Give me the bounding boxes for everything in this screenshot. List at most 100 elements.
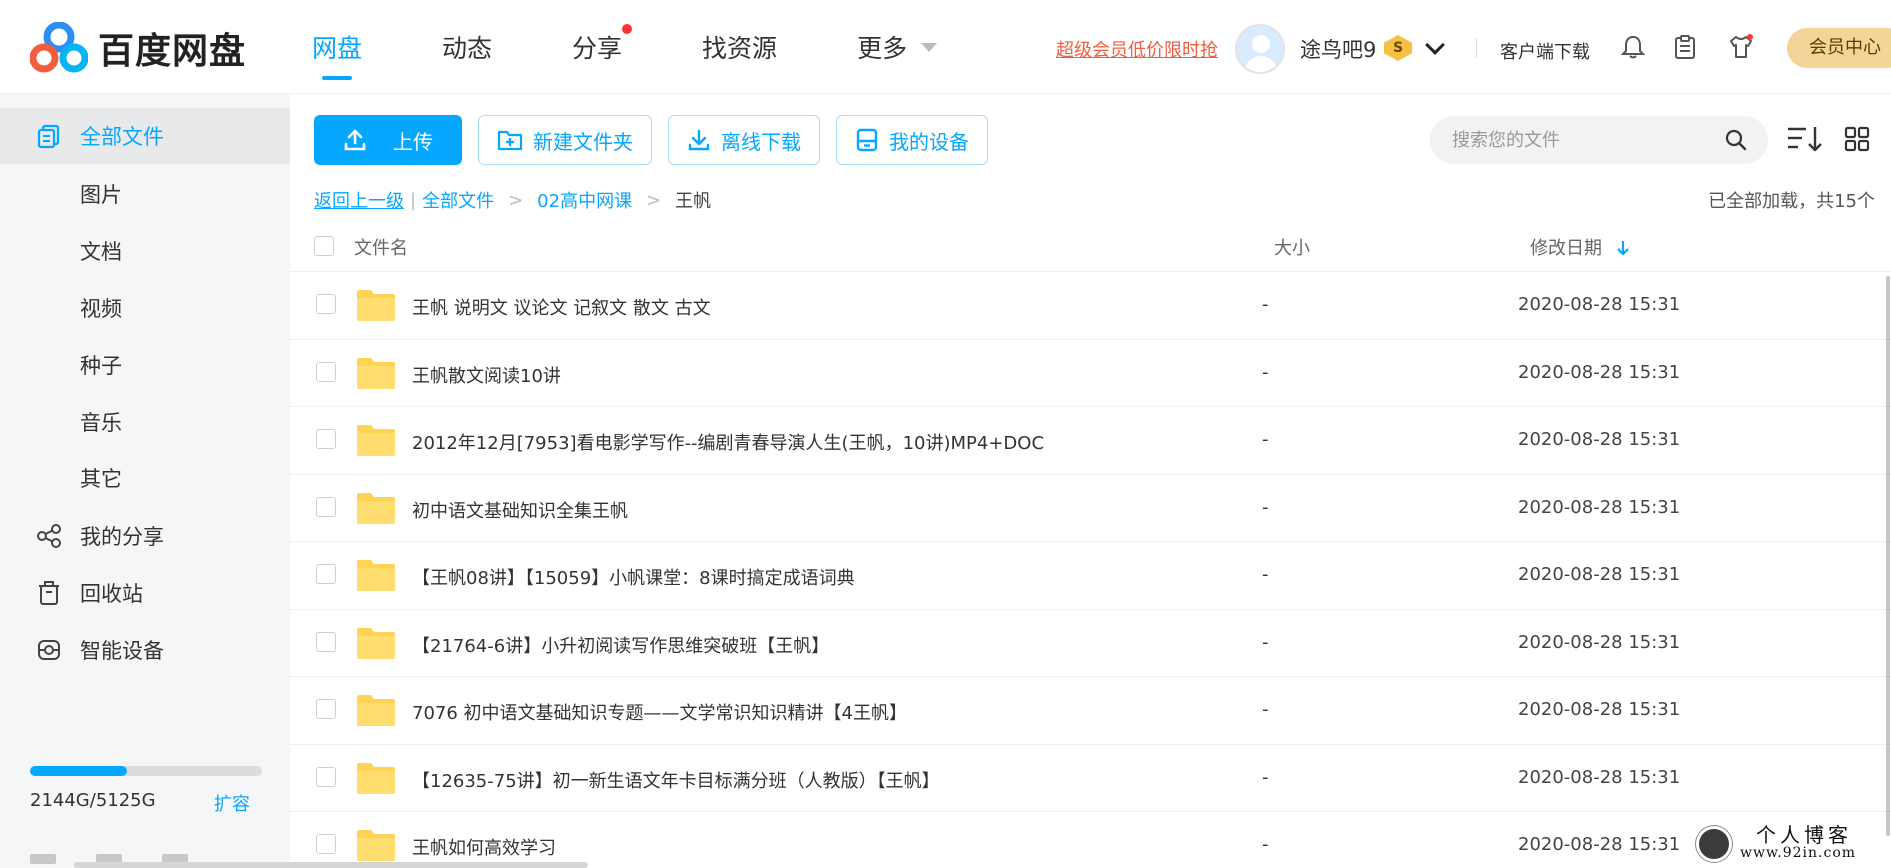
column-header-size[interactable]: 大小	[1274, 234, 1310, 260]
top-header: 百度网盘 网盘 动态 分享 找资源 更多 超级会员低价限时抢 途鸟吧9 S 客户…	[0, 0, 1891, 94]
breadcrumb-current: 王帆	[675, 191, 712, 212]
table-row[interactable]: 【王帆08讲】【15059】小帆课堂：8课时搞定成语词典 - 2020-08-28 …	[290, 542, 1891, 610]
table-row[interactable]: 王帆如何高效学习 - 2020-08-28 15:31	[290, 812, 1891, 868]
expand-storage-link[interactable]: 扩容	[214, 790, 250, 816]
table-row[interactable]: 王帆 说明文 议论文 记叙文 散文 古文 - 2020-08-28 15:31	[290, 272, 1891, 340]
nav-find-resources-label: 找资源	[702, 34, 778, 63]
table-row[interactable]: 王帆散文阅读10讲 - 2020-08-28 15:31	[290, 340, 1891, 407]
new-folder-button[interactable]: 新建文件夹	[478, 115, 652, 165]
upload-button[interactable]: 上传	[314, 115, 462, 165]
breadcrumb-back-link[interactable]: 返回上一级	[314, 187, 404, 213]
bell-icon[interactable]	[1620, 34, 1646, 60]
search-input[interactable]	[1452, 126, 1712, 154]
file-name[interactable]: 初中语文基础知识全集王帆	[412, 497, 628, 523]
file-name[interactable]: 王帆散文阅读10讲	[412, 362, 561, 388]
logo-text: 百度网盘	[98, 31, 247, 72]
sort-icon[interactable]	[1786, 124, 1824, 154]
file-name[interactable]: 王帆 说明文 议论文 记叙文 散文 古文	[412, 294, 711, 320]
breadcrumb-all-files[interactable]: 全部文件	[422, 187, 494, 213]
file-name[interactable]: 【12635-75讲】初一新生语文年卡目标满分班（人教版）【王帆】	[412, 767, 940, 793]
row-checkbox[interactable]	[316, 834, 336, 854]
table-row[interactable]: 【12635-75讲】初一新生语文年卡目标满分班（人教版）【王帆】 - 2020-0…	[290, 745, 1891, 812]
table-row[interactable]: 2012年12月[7953]看电影学写作--编剧青春导演人生(王帆，10讲)MP…	[290, 407, 1891, 475]
sidebar-item-recycle-bin[interactable]: 回收站	[0, 565, 290, 621]
tshirt-icon[interactable]	[1728, 34, 1754, 60]
offline-download-button[interactable]: 离线下载	[668, 115, 820, 165]
logo[interactable]: 百度网盘	[30, 22, 246, 74]
sidebar-item-videos[interactable]: 视频	[0, 280, 290, 336]
search-box	[1430, 116, 1768, 164]
row-checkbox[interactable]	[316, 429, 336, 449]
storage-quota-text: 2144G/5125G	[30, 790, 156, 811]
row-checkbox[interactable]	[316, 564, 336, 584]
nav-share-label: 分享	[572, 34, 623, 63]
member-center-button[interactable]: 会员中心	[1787, 28, 1891, 68]
sidebar-item-music[interactable]: 音乐	[0, 394, 290, 450]
sidebar-item-torrents[interactable]: 种子	[0, 337, 290, 393]
file-name[interactable]: 王帆如何高效学习	[412, 834, 556, 860]
sidebar-item-images[interactable]: 图片	[0, 166, 290, 222]
table-row[interactable]: 【21764-6讲】小升初阅读写作思维突破班【王帆】 - 2020-08-28 15…	[290, 610, 1891, 677]
grid-view-icon[interactable]	[1844, 126, 1870, 152]
file-size: -	[1262, 631, 1269, 653]
download-icon	[688, 129, 710, 151]
nav-activity-label: 动态	[442, 34, 493, 63]
row-checkbox[interactable]	[316, 496, 336, 517]
my-devices-button[interactable]: 我的设备	[836, 115, 988, 165]
sidebar-item-smart-devices[interactable]: 智能设备	[0, 622, 290, 678]
row-checkbox[interactable]	[316, 294, 336, 314]
breadcrumb-separator: |	[410, 189, 417, 211]
sidebar-item-my-shares[interactable]: 我的分享	[0, 508, 290, 564]
file-name[interactable]: 7076 初中语文基础知识专题——文学常识知识精讲【4王帆】	[412, 699, 907, 725]
nav-more[interactable]: 更多	[857, 0, 938, 94]
logo-cloud-icon	[30, 22, 88, 73]
column-header-name[interactable]: 文件名	[354, 234, 408, 260]
sidebar-item-documents[interactable]: 文档	[0, 223, 290, 279]
column-header-date[interactable]: 修改日期	[1530, 234, 1630, 260]
folder-icon	[357, 290, 395, 321]
row-checkbox[interactable]	[316, 631, 336, 652]
horizontal-scrollbar[interactable]	[74, 862, 588, 868]
folder-icon	[357, 492, 395, 524]
sidebar-item-label: 其它	[80, 467, 122, 491]
file-date: 2020-08-28 15:31	[1518, 361, 1681, 383]
nav-share[interactable]: 分享	[572, 0, 633, 94]
sidebar-item-label: 视频	[80, 297, 122, 321]
main-nav: 网盘 动态 分享 找资源 更多	[312, 0, 1017, 94]
nav-find-resources[interactable]: 找资源	[702, 0, 777, 94]
user-menu-chevron-icon[interactable]	[1425, 35, 1445, 55]
sidebar-item-all-files[interactable]: 全部文件	[0, 108, 290, 164]
file-name[interactable]: 2012年12月[7953]看电影学写作--编剧青春导演人生(王帆，10讲)MP…	[412, 429, 1044, 455]
sidebar-item-other[interactable]: 其它	[0, 450, 290, 506]
nav-netdisk[interactable]: 网盘	[312, 0, 362, 94]
client-download-link[interactable]: 客户端下载	[1500, 38, 1590, 64]
folder-icon	[357, 762, 395, 794]
breadcrumb-parent[interactable]: 02高中网课	[537, 187, 632, 213]
file-size: -	[1262, 766, 1269, 788]
file-name[interactable]: 【王帆08讲】【15059】小帆课堂：8课时搞定成语词典	[412, 564, 855, 590]
nav-activity[interactable]: 动态	[442, 0, 492, 94]
column-header-date-label: 修改日期	[1530, 238, 1602, 259]
file-name[interactable]: 【21764-6讲】小升初阅读写作思维突破班【王帆】	[412, 632, 829, 658]
avatar[interactable]	[1235, 24, 1285, 74]
folder-icon	[357, 560, 395, 591]
folder-icon	[357, 425, 395, 456]
username[interactable]: 途鸟吧9	[1300, 34, 1376, 64]
storage-quota-bar	[30, 766, 262, 776]
clipboard-icon[interactable]	[1672, 34, 1698, 60]
vertical-scrollbar[interactable]	[1886, 276, 1890, 836]
file-size: -	[1262, 564, 1269, 585]
row-checkbox[interactable]	[316, 361, 336, 382]
watermark: 个人博客 www.92in.com	[1696, 825, 1856, 862]
bottom-icon[interactable]	[30, 854, 56, 864]
row-checkbox[interactable]	[316, 699, 336, 719]
promo-link[interactable]: 超级会员低价限时抢	[1056, 36, 1218, 62]
row-checkbox[interactable]	[316, 766, 336, 787]
upload-icon	[344, 129, 366, 151]
select-all-checkbox[interactable]	[314, 236, 334, 256]
table-row[interactable]: 初中语文基础知识全集王帆 - 2020-08-28 15:31	[290, 475, 1891, 542]
search-icon[interactable]	[1724, 128, 1748, 152]
my-devices-button-label: 我的设备	[889, 129, 969, 154]
table-row[interactable]: 7076 初中语文基础知识专题——文学常识知识精讲【4王帆】 - 2020-08-2…	[290, 677, 1891, 745]
upload-button-label: 上传	[393, 129, 433, 154]
